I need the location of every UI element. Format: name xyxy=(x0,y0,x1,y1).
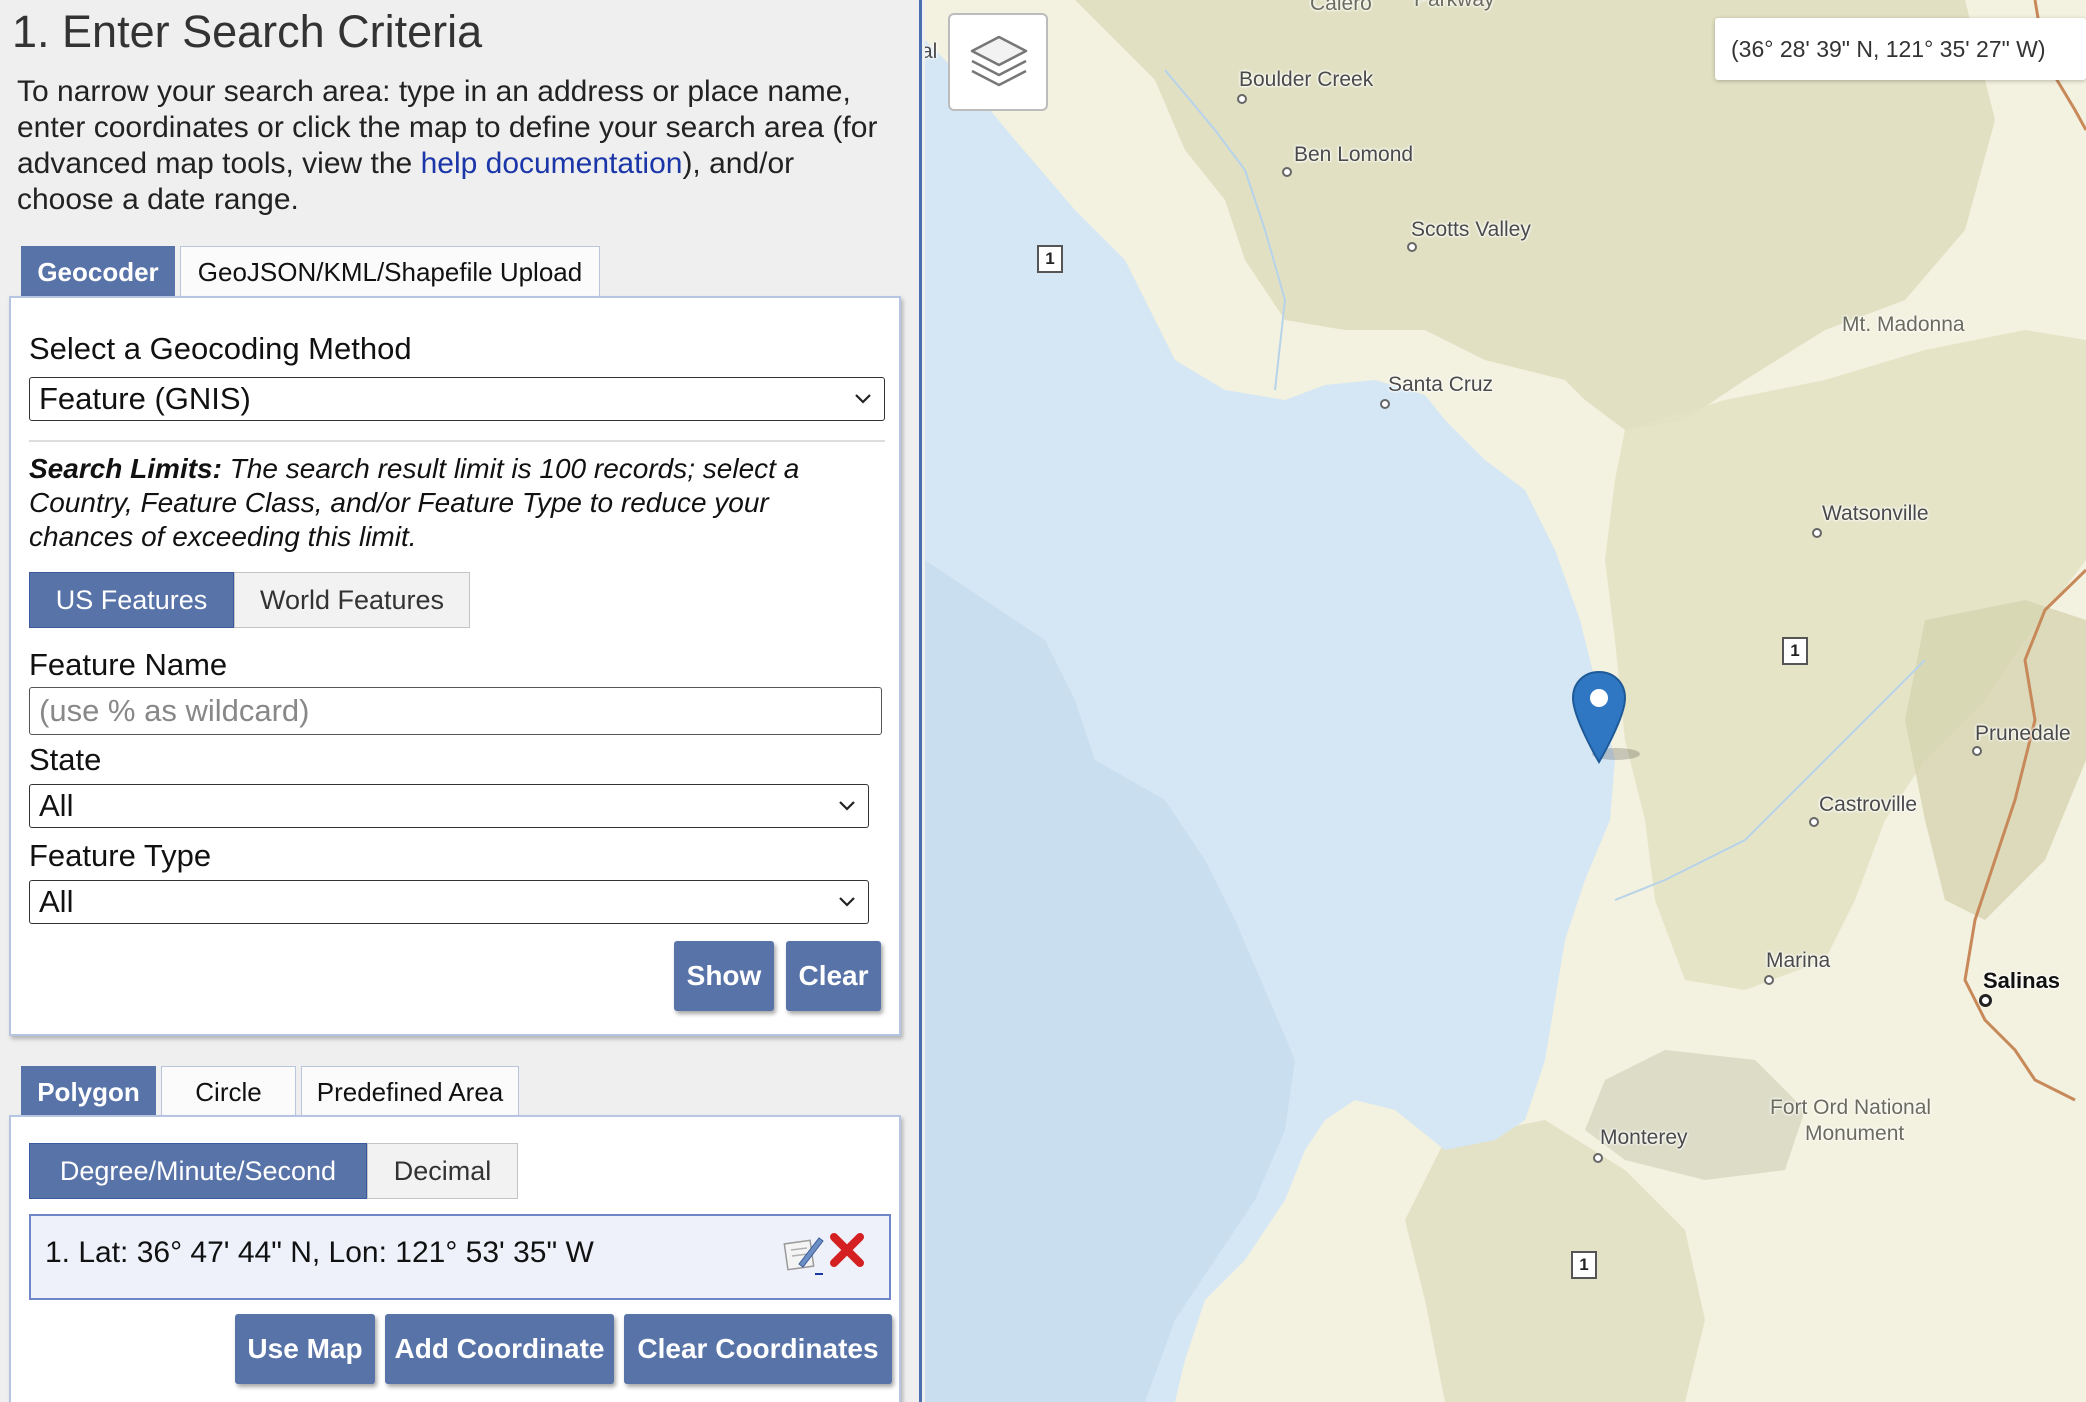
clear-coordinates-button[interactable]: Clear Coordinates xyxy=(624,1314,892,1384)
tab-geocoder[interactable]: Geocoder xyxy=(21,246,175,298)
place-label-watsonville: Watsonville xyxy=(1822,502,1929,525)
coordinate-item: 1. Lat: 36° 47' 44" N, Lon: 121° 53' 35"… xyxy=(45,1236,594,1269)
geocoding-method-select[interactable]: Feature (GNIS) xyxy=(29,377,885,421)
place-marker xyxy=(1237,94,1247,104)
delete-icon[interactable] xyxy=(827,1230,867,1270)
clear-button[interactable]: Clear xyxy=(786,941,881,1011)
geocoding-method-label: Select a Geocoding Method xyxy=(29,331,412,366)
page-title: 1. Enter Search Criteria xyxy=(12,6,483,57)
tab-geojson-kml-shapefile-upload[interactable]: GeoJSON/KML/Shapefile Upload xyxy=(180,246,600,298)
map-canvas[interactable] xyxy=(925,0,2086,1402)
help-documentation-link[interactable]: help documentation xyxy=(421,147,683,180)
place-label-monterey: Monterey xyxy=(1600,1126,1688,1149)
place-marker xyxy=(1407,242,1417,252)
place-marker xyxy=(1979,994,1992,1007)
place-label-scotts-valley: Scotts Valley xyxy=(1411,218,1531,241)
edit-icon[interactable] xyxy=(783,1232,827,1278)
place-label-marina: Marina xyxy=(1766,949,1831,972)
search-limits-note: Search Limits: The search result limit i… xyxy=(29,452,849,554)
layers-icon xyxy=(970,35,1028,87)
place-marker xyxy=(1593,1153,1603,1163)
state-label: State xyxy=(29,742,102,777)
highway-1-shield: 1 xyxy=(1571,1251,1597,1279)
place-label-boulder-creek: Boulder Creek xyxy=(1239,68,1374,91)
place-marker xyxy=(1809,817,1819,827)
geocoding-method-value: Feature (GNIS) xyxy=(39,381,251,416)
search-criteria-panel: 1. Enter Search Criteria To narrow your … xyxy=(0,0,922,1402)
place-label-salinas: Salinas xyxy=(1983,968,2061,993)
highway-1-shield: 1 xyxy=(1037,245,1063,273)
feature-type-value: All xyxy=(39,884,74,919)
tab-polygon[interactable]: Polygon xyxy=(21,1066,156,1118)
cursor-coordinate-readout: (36° 28' 39" N, 121° 35' 27" W) xyxy=(1715,18,2086,80)
place-label-mt-madonna: Mt. Madonna xyxy=(1842,313,1965,336)
show-button[interactable]: Show xyxy=(674,941,774,1011)
decimal-toggle[interactable]: Decimal xyxy=(367,1143,518,1199)
location-pin-icon[interactable] xyxy=(1571,670,1661,770)
place-label-santa-cruz: Santa Cruz xyxy=(1388,373,1494,396)
intro-text: To narrow your search area: type in an a… xyxy=(17,74,897,218)
use-map-button[interactable]: Use Map xyxy=(235,1314,375,1384)
chevron-down-icon xyxy=(839,801,855,811)
polygon-panel: Degree/Minute/Second Decimal 1. Lat: 36°… xyxy=(9,1115,901,1402)
divider xyxy=(29,440,885,442)
geocoder-panel: Select a Geocoding Method Feature (GNIS)… xyxy=(9,296,901,1036)
place-label: al xyxy=(925,40,938,63)
highway-1-shield: 1 xyxy=(1782,637,1808,665)
state-value: All xyxy=(39,788,74,823)
search-limits-heading: Search Limits: xyxy=(29,453,222,484)
place-label-prunedale: Prunedale xyxy=(1975,722,2071,745)
feature-type-label: Feature Type xyxy=(29,838,212,873)
place-label-ben-lomond: Ben Lomond xyxy=(1294,143,1414,166)
feature-type-select[interactable]: All xyxy=(29,880,869,924)
place-marker xyxy=(1972,746,1982,756)
place-marker xyxy=(1380,399,1390,409)
feature-name-label: Feature Name xyxy=(29,647,228,682)
place-marker xyxy=(1282,167,1292,177)
chevron-down-icon xyxy=(855,394,871,404)
degree-minute-second-toggle[interactable]: Degree/Minute/Second xyxy=(29,1143,367,1199)
chevron-down-icon xyxy=(839,897,855,907)
map-view[interactable]: Calero Parkway al Boulder Creek Ben Lomo… xyxy=(925,0,2086,1402)
state-select[interactable]: All xyxy=(29,784,869,828)
add-coordinate-button[interactable]: Add Coordinate xyxy=(385,1314,614,1384)
place-marker xyxy=(1812,528,1822,538)
place-label-fort-ord: Fort Ord National xyxy=(1770,1096,1932,1119)
coordinate-list: 1. Lat: 36° 47' 44" N, Lon: 121° 53' 35"… xyxy=(29,1214,891,1300)
tab-circle[interactable]: Circle xyxy=(161,1066,296,1118)
feature-name-input[interactable]: (use % as wildcard) xyxy=(29,687,882,735)
place-label-castroville: Castroville xyxy=(1819,793,1918,816)
place-label: Parkway xyxy=(1414,0,1495,12)
place-marker xyxy=(1764,975,1774,985)
us-features-toggle[interactable]: US Features xyxy=(29,572,234,628)
tab-predefined-area[interactable]: Predefined Area xyxy=(301,1066,519,1118)
world-features-toggle[interactable]: World Features xyxy=(234,572,470,628)
place-label: Calero xyxy=(1310,0,1372,15)
place-label-fort-ord: Monument xyxy=(1805,1122,1905,1145)
layers-button[interactable] xyxy=(948,13,1048,111)
